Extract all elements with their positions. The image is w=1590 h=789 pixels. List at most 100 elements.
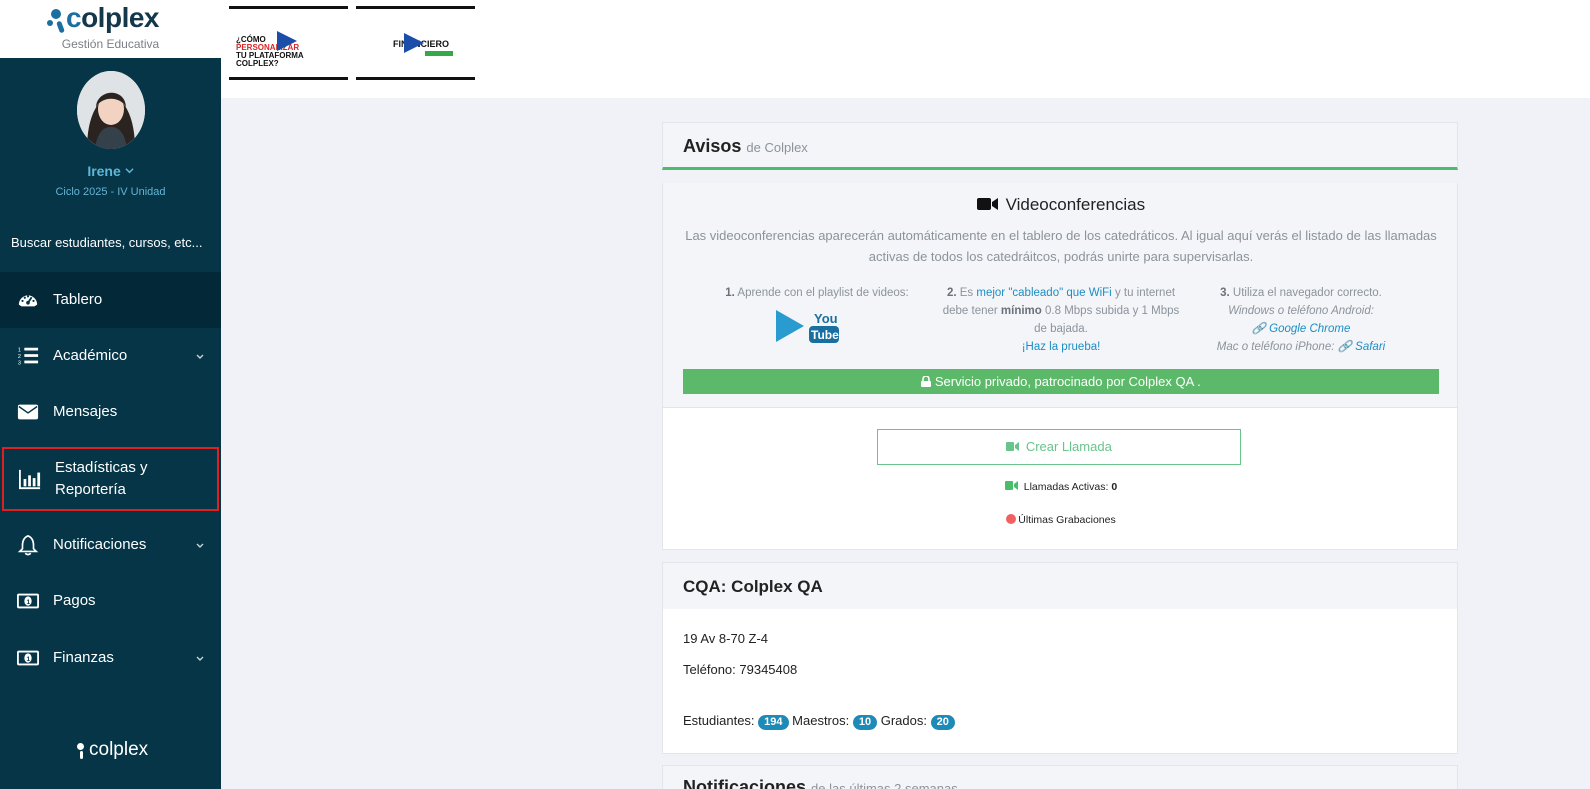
avisos-header: Avisos de Colplex — [662, 122, 1458, 170]
step-text: Windows o teléfono Android: — [1228, 305, 1374, 317]
active-calls-count: 0 — [1111, 481, 1118, 493]
videoconference-title: Videoconferencias — [663, 195, 1459, 215]
step-text: 0.8 Mbps subida y 1 Mbps de bajada. — [1034, 305, 1180, 335]
video-thumbnail-personalizar[interactable]: ¿CÓMO PERSONALIZAR TU PLATAFORMA COLPLEX… — [229, 6, 348, 80]
videoconference-panel: Videoconferencias Las videoconferencias … — [662, 183, 1458, 408]
safari-link[interactable]: 🔗 Safari — [1338, 341, 1386, 353]
video-camera-icon — [1006, 442, 1020, 451]
step-text: Utiliza el navegador correcto. — [1232, 287, 1382, 299]
sidebar-item-finanzas[interactable]: 1 Finanzas — [0, 630, 221, 686]
youtube-icon[interactable]: You Tube — [774, 308, 842, 344]
thumbnail-bar — [425, 51, 453, 56]
chrome-link[interactable]: 🔗 Google Chrome — [1252, 323, 1351, 335]
svg-text:1: 1 — [18, 347, 21, 353]
school-info: 19 Av 8-70 Z-4 Teléfono: 79345408 Estudi… — [662, 609, 1458, 754]
step-connection: 2. Es mejor "cableado" que WiFi y tu int… — [941, 284, 1181, 356]
students-label: Estudiantes: — [683, 713, 755, 728]
sidebar: colplex Gestión Educativa Irene Ciclo 20… — [0, 0, 221, 789]
logo-area: colplex Gestión Educativa — [0, 0, 221, 58]
sidebar-item-academico[interactable]: 123 Académico — [0, 328, 221, 384]
logo-mark — [51, 9, 61, 19]
safari-link-label: Safari — [1355, 341, 1386, 353]
notifications-subtitle: de las últimas 2 semanas — [811, 781, 958, 789]
step-browser: 3. Utiliza el navegador correcto. Window… — [1181, 284, 1421, 356]
step-bold: mínimo — [1000, 305, 1042, 317]
private-service-text: Servicio privado, patrocinado por Colple… — [934, 374, 1201, 389]
avatar[interactable] — [77, 71, 145, 149]
logo-subtitle: Gestión Educativa — [61, 37, 160, 51]
colplex-logo[interactable]: colplex — [45, 2, 185, 36]
teachers-label: Maestros: — [792, 713, 850, 728]
sidebar-item-pagos[interactable]: 1 Pagos — [0, 573, 221, 629]
logo-mark-dot — [47, 20, 53, 26]
sidebar-item-mensajes[interactable]: Mensajes — [0, 384, 221, 440]
svg-text:3: 3 — [18, 360, 21, 366]
students-badge: 194 — [758, 715, 789, 730]
svg-text:Tube: Tube — [811, 328, 839, 342]
avisos-subtitle: de Colplex — [746, 140, 808, 155]
lock-icon — [921, 375, 932, 387]
sidebar-item-label: Notificaciones — [53, 536, 147, 553]
search-input[interactable]: Buscar estudiantes, cursos, etc... — [11, 235, 216, 250]
step-playlist: 1. Aprende con el playlist de videos: — [697, 284, 937, 302]
svg-text:2: 2 — [18, 354, 21, 360]
active-calls-label: Llamadas Activas: — [1023, 481, 1109, 493]
avisos-title-text: Avisos — [683, 136, 742, 156]
calls-panel: Crear Llamada Llamadas Activas: 0 Última… — [662, 408, 1458, 550]
svg-text:You: You — [814, 311, 838, 326]
notifications-title: Notificaciones de las últimas 2 semanas — [683, 777, 958, 789]
video-thumbnail-financiero[interactable]: FINANCIERO — [356, 6, 475, 80]
footer-logo-mark — [77, 743, 84, 750]
money-icon: 1 — [17, 650, 39, 666]
money-icon: 1 — [17, 593, 39, 609]
video-camera-icon — [976, 198, 998, 210]
recent-recordings[interactable]: Últimas Grabaciones — [663, 514, 1459, 526]
user-name[interactable]: Irene — [0, 163, 221, 179]
create-call-button[interactable]: Crear Llamada — [877, 429, 1241, 465]
logo-mark-body — [56, 20, 65, 34]
step-number: 3. — [1220, 287, 1230, 299]
list-ol-icon: 123 — [18, 347, 39, 366]
grades-badge: 20 — [930, 715, 955, 730]
sidebar-item-notificaciones[interactable]: Notificaciones — [0, 517, 221, 573]
chevron-down-icon — [125, 168, 134, 174]
sidebar-item-label: Académico — [53, 347, 128, 364]
sidebar-item-estadisticas[interactable]: Estadísticas y Reportería — [2, 447, 219, 511]
video-camera-icon — [1004, 481, 1018, 490]
chrome-link-label: Google Chrome — [1269, 323, 1351, 335]
chevron-down-icon — [196, 656, 204, 661]
bell-icon — [17, 534, 39, 556]
speed-test-link[interactable]: ¡Haz la prueba! — [1022, 341, 1101, 353]
wifi-link[interactable]: mejor "cableado" que WiFi — [976, 287, 1111, 299]
recent-recordings-label: Últimas Grabaciones — [1018, 514, 1116, 526]
videoconference-title-text: Videoconferencias — [1005, 195, 1146, 214]
svg-text:1: 1 — [26, 656, 30, 663]
sidebar-item-label: Estadísticas y Reportería — [55, 459, 148, 498]
step-text: Aprende con el playlist de videos: — [737, 287, 909, 299]
user-name-label: Irene — [87, 163, 121, 179]
footer-logo-mark-body — [80, 751, 83, 759]
envelope-icon — [17, 404, 39, 420]
step-text: Es — [959, 287, 974, 299]
record-icon — [1006, 514, 1017, 524]
sidebar-item-tablero[interactable]: Tablero — [0, 272, 221, 328]
dashboard-icon — [18, 295, 38, 307]
notifications-title-text: Notificaciones — [683, 777, 807, 789]
school-header: CQA: Colplex QA — [662, 562, 1458, 610]
step-text: Mac o teléfono iPhone: — [1216, 341, 1335, 353]
private-service-banner: Servicio privado, patrocinado por Colple… — [683, 369, 1439, 394]
sidebar-item-label: Tablero — [53, 291, 103, 308]
school-address: 19 Av 8-70 Z-4 — [683, 631, 769, 646]
videoconference-description: Las videoconferencias aparecerán automát… — [685, 228, 1437, 264]
user-cycle: Ciclo 2025 - IV Unidad — [55, 186, 166, 198]
footer-logo-wordmark: colplex — [89, 739, 149, 760]
school-stats: Estudiantes: 194 Maestros: 10 Grados: 20 — [683, 713, 955, 730]
avisos-title: Avisos de Colplex — [683, 136, 808, 157]
top-bar: ¿CÓMO PERSONALIZAR TU PLATAFORMA COLPLEX… — [221, 0, 1590, 98]
chevron-down-icon — [196, 543, 204, 548]
active-calls: Llamadas Activas: 0 — [663, 481, 1459, 493]
svg-text:1: 1 — [26, 599, 30, 606]
sidebar-item-label: Mensajes — [53, 403, 118, 420]
notifications-header: Notificaciones de las últimas 2 semanas — [662, 765, 1458, 789]
create-call-label: Crear Llamada — [1025, 439, 1112, 454]
